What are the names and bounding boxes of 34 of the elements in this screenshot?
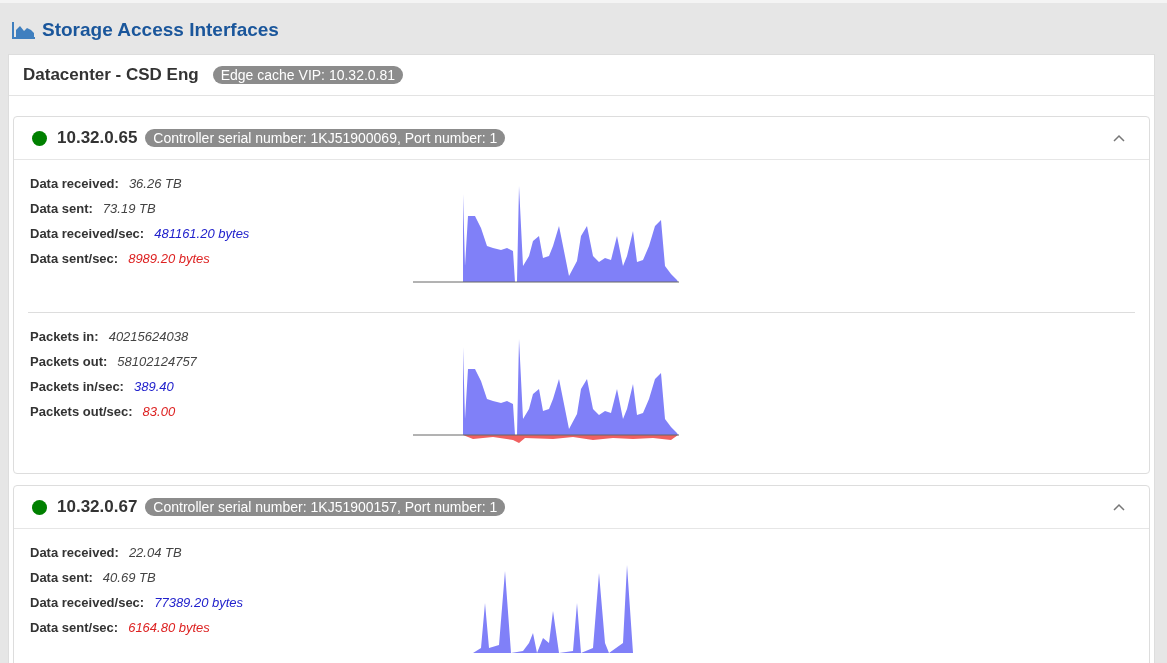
metric-label: Packets out/sec:: [30, 403, 133, 419]
metric-value: 6164.80 bytes: [128, 619, 210, 635]
metric-label: Data sent/sec:: [30, 250, 119, 266]
datacenter-title: Datacenter - CSD Eng: [23, 65, 199, 85]
metric-value: 22.04 TB: [128, 544, 182, 560]
metric-label: Packets out:: [30, 353, 108, 369]
chevron-icon[interactable]: [1113, 134, 1125, 142]
metric-value: 77389.20 bytes: [154, 594, 244, 610]
metric-label: Packets in/sec:: [30, 378, 124, 394]
area-chart-icon: [12, 21, 36, 39]
metric-label: Data received/sec:: [30, 594, 145, 610]
metric-label: Packets in:: [30, 328, 99, 344]
metric-value: 8989.20 bytes: [128, 250, 210, 266]
controller-badge: Controller serial number: 1KJ51900069, Port number: 1: [145, 129, 506, 147]
metric-label: Data received:: [30, 544, 119, 560]
metric-label: Data sent:: [30, 200, 93, 216]
metric-value: 40215624038: [108, 328, 189, 344]
metric-value: 58102124757: [117, 353, 197, 369]
metric-value: 83.00: [142, 403, 176, 419]
metric-value: 389.40: [133, 378, 174, 394]
metric-value: 40.69 TB: [102, 569, 156, 585]
interface-ip: 10.32.0.67: [57, 497, 138, 517]
chevron-icon[interactable]: [1113, 503, 1125, 511]
metric-value: 36.26 TB: [128, 175, 182, 191]
controller-badge: Controller serial number: 1KJ51900157, Port number: 1: [145, 498, 506, 516]
metric-label: Data sent/sec:: [30, 619, 119, 635]
metric-label: Data received/sec:: [30, 225, 145, 241]
metric-label: Data sent:: [30, 569, 93, 585]
page-title: Storage Access Interfaces: [42, 19, 279, 41]
vip-badge: Edge cache VIP: 10.32.0.81: [212, 66, 404, 84]
interface-ip: 10.32.0.65: [57, 128, 138, 148]
metric-label: Data received:: [30, 175, 119, 191]
metric-value: 73.19 TB: [102, 200, 156, 216]
metric-value: 481161.20 bytes: [154, 225, 250, 241]
